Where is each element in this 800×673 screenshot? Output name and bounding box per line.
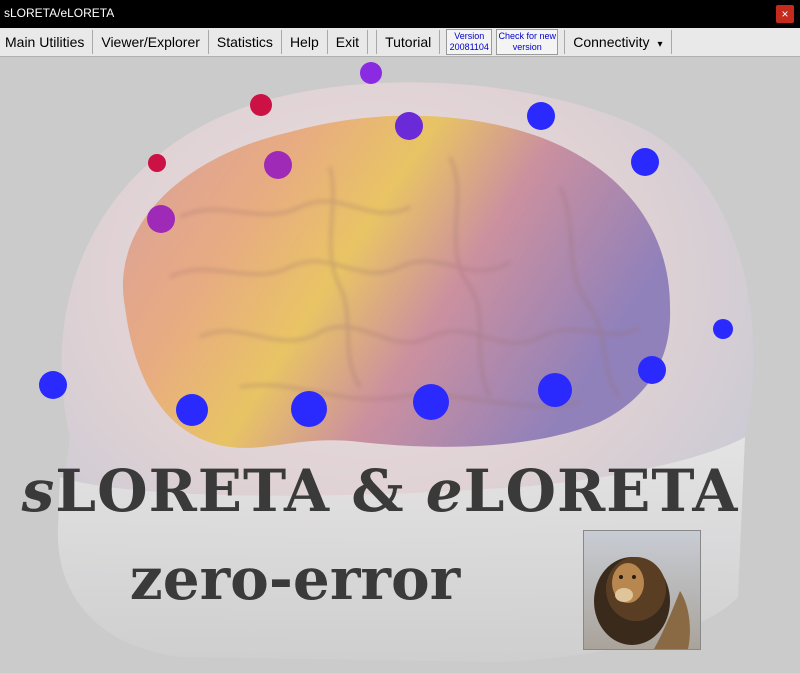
- electrode: [360, 62, 382, 84]
- menu-exit[interactable]: Exit: [328, 30, 369, 54]
- lion-photo: [583, 530, 701, 650]
- menu-help[interactable]: Help: [282, 30, 328, 54]
- check-label-1: Check for new: [498, 31, 557, 41]
- electrode: [713, 319, 733, 339]
- electrode: [638, 356, 666, 384]
- title-bar: sLORETA/eLORETA ×: [0, 0, 800, 28]
- menu-statistics[interactable]: Statistics: [209, 30, 282, 54]
- menu-bar: Main Utilities Viewer/Explorer Statistic…: [0, 28, 800, 57]
- electrode: [631, 148, 659, 176]
- connectivity-label: Connectivity: [573, 34, 650, 50]
- electrode: [264, 151, 292, 179]
- splash-canvas: sLORETA & eLORETA zero-error: [0, 57, 800, 673]
- electrode: [39, 371, 67, 399]
- version-button[interactable]: Version 20081104: [446, 29, 493, 55]
- window-title: sLORETA/eLORETA: [4, 6, 115, 20]
- version-number: 20081104: [449, 42, 489, 52]
- electrode: [291, 391, 327, 427]
- check-label-2: version: [512, 42, 542, 52]
- menu-tutorial[interactable]: Tutorial: [377, 30, 441, 54]
- splash-title: sLORETA & eLORETA: [21, 457, 739, 525]
- check-new-version-button[interactable]: Check for new version: [496, 29, 559, 55]
- electrode: [250, 94, 272, 116]
- close-icon[interactable]: ×: [776, 5, 794, 23]
- electrode: [527, 102, 555, 130]
- electrode: [413, 384, 449, 420]
- electrode: [148, 154, 166, 172]
- menu-connectivity[interactable]: Connectivity ▾: [564, 30, 672, 54]
- version-label: Version: [454, 31, 485, 41]
- electrode: [395, 112, 423, 140]
- menu-viewer-explorer[interactable]: Viewer/Explorer: [93, 30, 209, 54]
- electrode: [147, 205, 175, 233]
- menu-separator: [368, 30, 378, 54]
- menu-main-utilities[interactable]: Main Utilities: [0, 30, 94, 54]
- electrode: [176, 394, 208, 426]
- electrode: [538, 373, 572, 407]
- chevron-down-icon: ▾: [657, 39, 663, 50]
